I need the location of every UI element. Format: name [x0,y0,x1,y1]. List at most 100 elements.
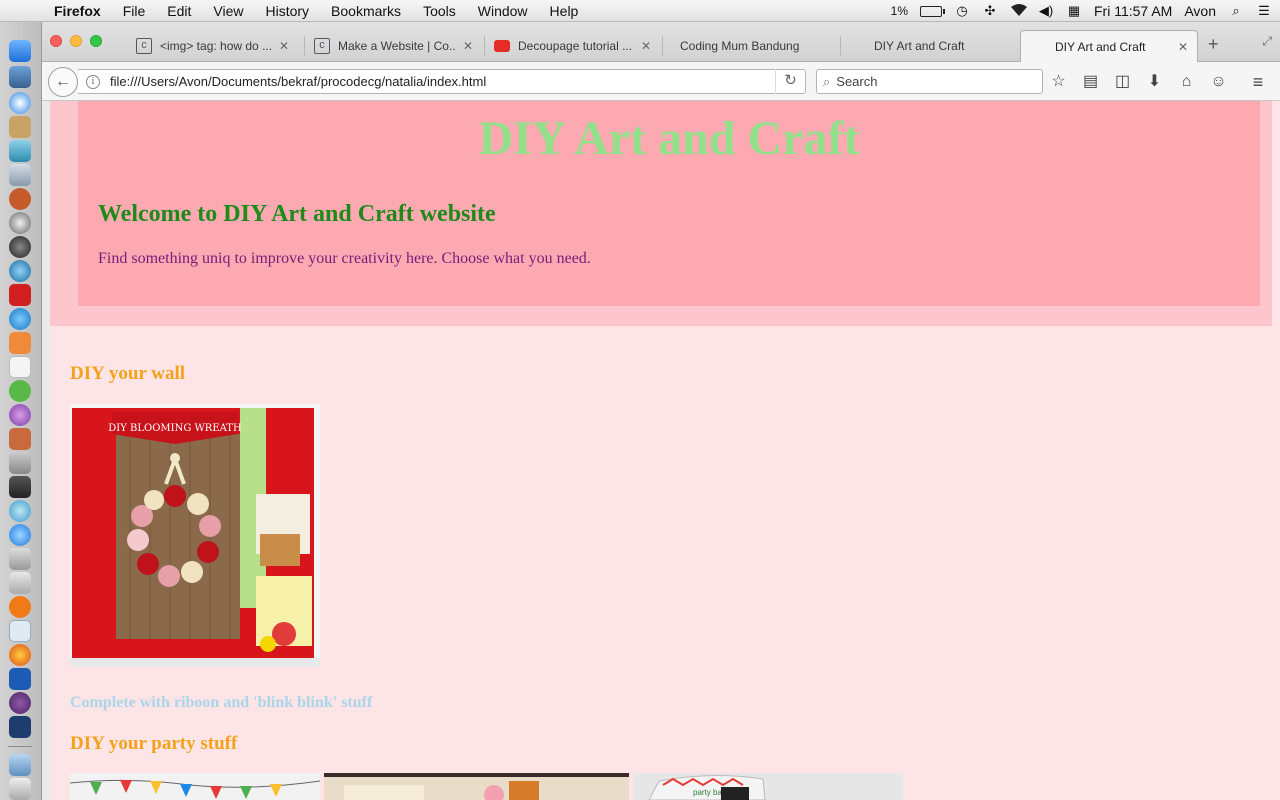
utility-icon[interactable] [9,572,31,594]
keynote-icon[interactable] [9,332,31,354]
wall-caption: Complete with riboon and 'blink blink' s… [70,694,373,711]
battery-icon[interactable] [920,5,945,17]
home-icon[interactable]: ⌂ [1176,72,1197,92]
garageband-icon[interactable] [9,188,31,210]
downloads-icon[interactable]: ⬇ [1144,72,1165,92]
macos-menu-bar: Firefox File Edit View History Bookmarks… [0,0,1280,22]
calendar-icon[interactable]: ▦ [1066,3,1082,19]
bookmark-star-icon[interactable]: ☆ [1048,72,1069,92]
pocket-icon[interactable]: ◫ [1112,72,1133,92]
itunes-icon[interactable] [9,308,31,330]
iphoto-icon[interactable] [9,548,31,570]
presentation-icon[interactable] [9,428,31,450]
kit-title-text: DIY BLOOMING WREATH [108,423,242,434]
navigation-toolbar: ← i file:///Users/Avon/Documents/bekraf/… [42,62,1280,101]
tab-close-icon[interactable]: ✕ [1177,40,1189,54]
party-photo-animals [324,773,629,800]
welcome-heading: Welcome to DIY Art and Craft website [98,201,496,227]
automator-icon[interactable] [9,476,31,498]
bluetooth-icon[interactable]: ✣ [982,3,998,19]
spotlight-icon[interactable]: ⌕ [1228,3,1244,19]
mission-control-icon[interactable] [9,716,31,738]
hello-chat-icon[interactable]: ☺ [1208,72,1229,92]
menu-edit[interactable]: Edit [156,3,202,19]
fullscreen-icon[interactable]: ⤢ [1262,34,1272,49]
site-info-icon[interactable]: i [86,74,100,89]
back-button[interactable]: ← [48,67,78,97]
trash-icon[interactable] [9,778,31,800]
tab-label: <img> tag: how do ... [160,39,272,53]
notification-center-icon[interactable]: ☰ [1256,3,1272,19]
menu-tools[interactable]: Tools [412,3,467,19]
window-zoom-button[interactable] [90,35,102,47]
script-editor-icon[interactable] [9,452,31,474]
app-store-icon[interactable] [9,524,31,546]
system-preferences-icon[interactable] [9,212,31,234]
safari-icon[interactable] [9,92,31,114]
tab-diy-art-and-craft-1[interactable]: DIY Art and Craft [866,30,1016,62]
menu-bookmarks[interactable]: Bookmarks [320,3,412,19]
menu-history[interactable]: History [254,3,320,19]
tab-divider [840,36,841,56]
menu-view[interactable]: View [202,3,254,19]
new-tab-button[interactable]: + [1208,34,1219,55]
tab-divider [662,36,663,56]
bluetooth-app-icon[interactable] [9,668,31,690]
page-header: DIY Art and Craft Welcome to DIY Art and… [50,101,1272,326]
app-menu-firefox[interactable]: Firefox [42,3,112,19]
url-text[interactable]: file:///Users/Avon/Documents/bekraf/proc… [110,74,775,89]
wreath-kit-image: DIY BLOOMING WREATH [70,404,320,667]
page-title: DIY Art and Craft [478,112,860,165]
applications-folder-icon[interactable] [9,754,31,776]
ibooks-icon[interactable] [9,596,31,618]
calendar-dock-icon[interactable] [9,356,31,378]
reload-icon[interactable]: ↻ [775,69,805,94]
party-photo-banners: party banners [633,773,903,800]
dvd-player-icon[interactable] [9,236,31,258]
finder-icon[interactable] [9,40,31,62]
tab-close-icon[interactable]: ✕ [278,39,290,53]
tab-label: Decoupage tutorial ... [518,39,633,53]
tab-label: Make a Website | Co... [338,39,456,53]
tab-diy-art-and-craft-active[interactable]: DIY Art and Craft ✕ [1020,30,1198,62]
window-close-button[interactable] [50,35,62,47]
menu-help[interactable]: Help [539,3,590,19]
reading-list-icon[interactable]: ▤ [1080,72,1101,92]
page-viewport[interactable]: DIY Art and Craft Welcome to DIY Art and… [42,101,1280,800]
clock[interactable]: Fri 11:57 AM [1094,3,1172,19]
user-menu[interactable]: Avon [1184,3,1216,19]
contacts-icon[interactable] [9,116,31,138]
window-minimize-button[interactable] [70,35,82,47]
tab-close-icon[interactable]: ✕ [640,39,652,53]
photo-app-icon[interactable] [9,66,31,88]
preview-icon[interactable] [9,140,31,162]
open-menu-icon[interactable]: ≡ [1248,72,1268,92]
tab-coding-mum-bandung[interactable]: Coding Mum Bandung [672,30,838,62]
textedit-icon[interactable] [9,620,31,642]
game-center-icon[interactable] [9,500,31,522]
tab-make-a-website[interactable]: c Make a Website | Co... ✕ [306,30,482,62]
search-input[interactable]: ⌕ Search [816,69,1043,94]
menu-window[interactable]: Window [467,3,539,19]
messages-icon[interactable] [9,380,31,402]
time-machine-icon[interactable]: ◷ [954,3,970,19]
tab-decoupage-tutorial[interactable]: Decoupage tutorial ... ✕ [486,30,660,62]
dock [0,22,42,800]
wifi-icon[interactable] [1010,3,1027,19]
podcast-icon[interactable] [9,404,31,426]
photo-booth-icon[interactable] [9,284,31,306]
time-machine-dock-icon[interactable] [9,260,31,282]
tagline-text: Find something uniq to improve your crea… [98,250,591,267]
volume-icon[interactable]: ◀) [1038,3,1054,19]
codecademy-icon: c [314,38,330,54]
url-bar[interactable]: i file:///Users/Avon/Documents/bekraf/pr… [78,69,806,94]
search-placeholder: Search [836,74,878,89]
github-icon[interactable] [9,692,31,714]
tab-img-tag[interactable]: c <img> tag: how do ... ✕ [128,30,298,62]
tab-bar: c <img> tag: how do ... ✕ c Make a Websi… [42,22,1280,62]
firefox-dock-icon[interactable] [9,644,31,666]
image-capture-icon[interactable] [9,164,31,186]
menu-file[interactable]: File [112,3,157,19]
tab-close-icon[interactable]: ✕ [462,39,474,53]
battery-percent: 1% [890,4,908,18]
